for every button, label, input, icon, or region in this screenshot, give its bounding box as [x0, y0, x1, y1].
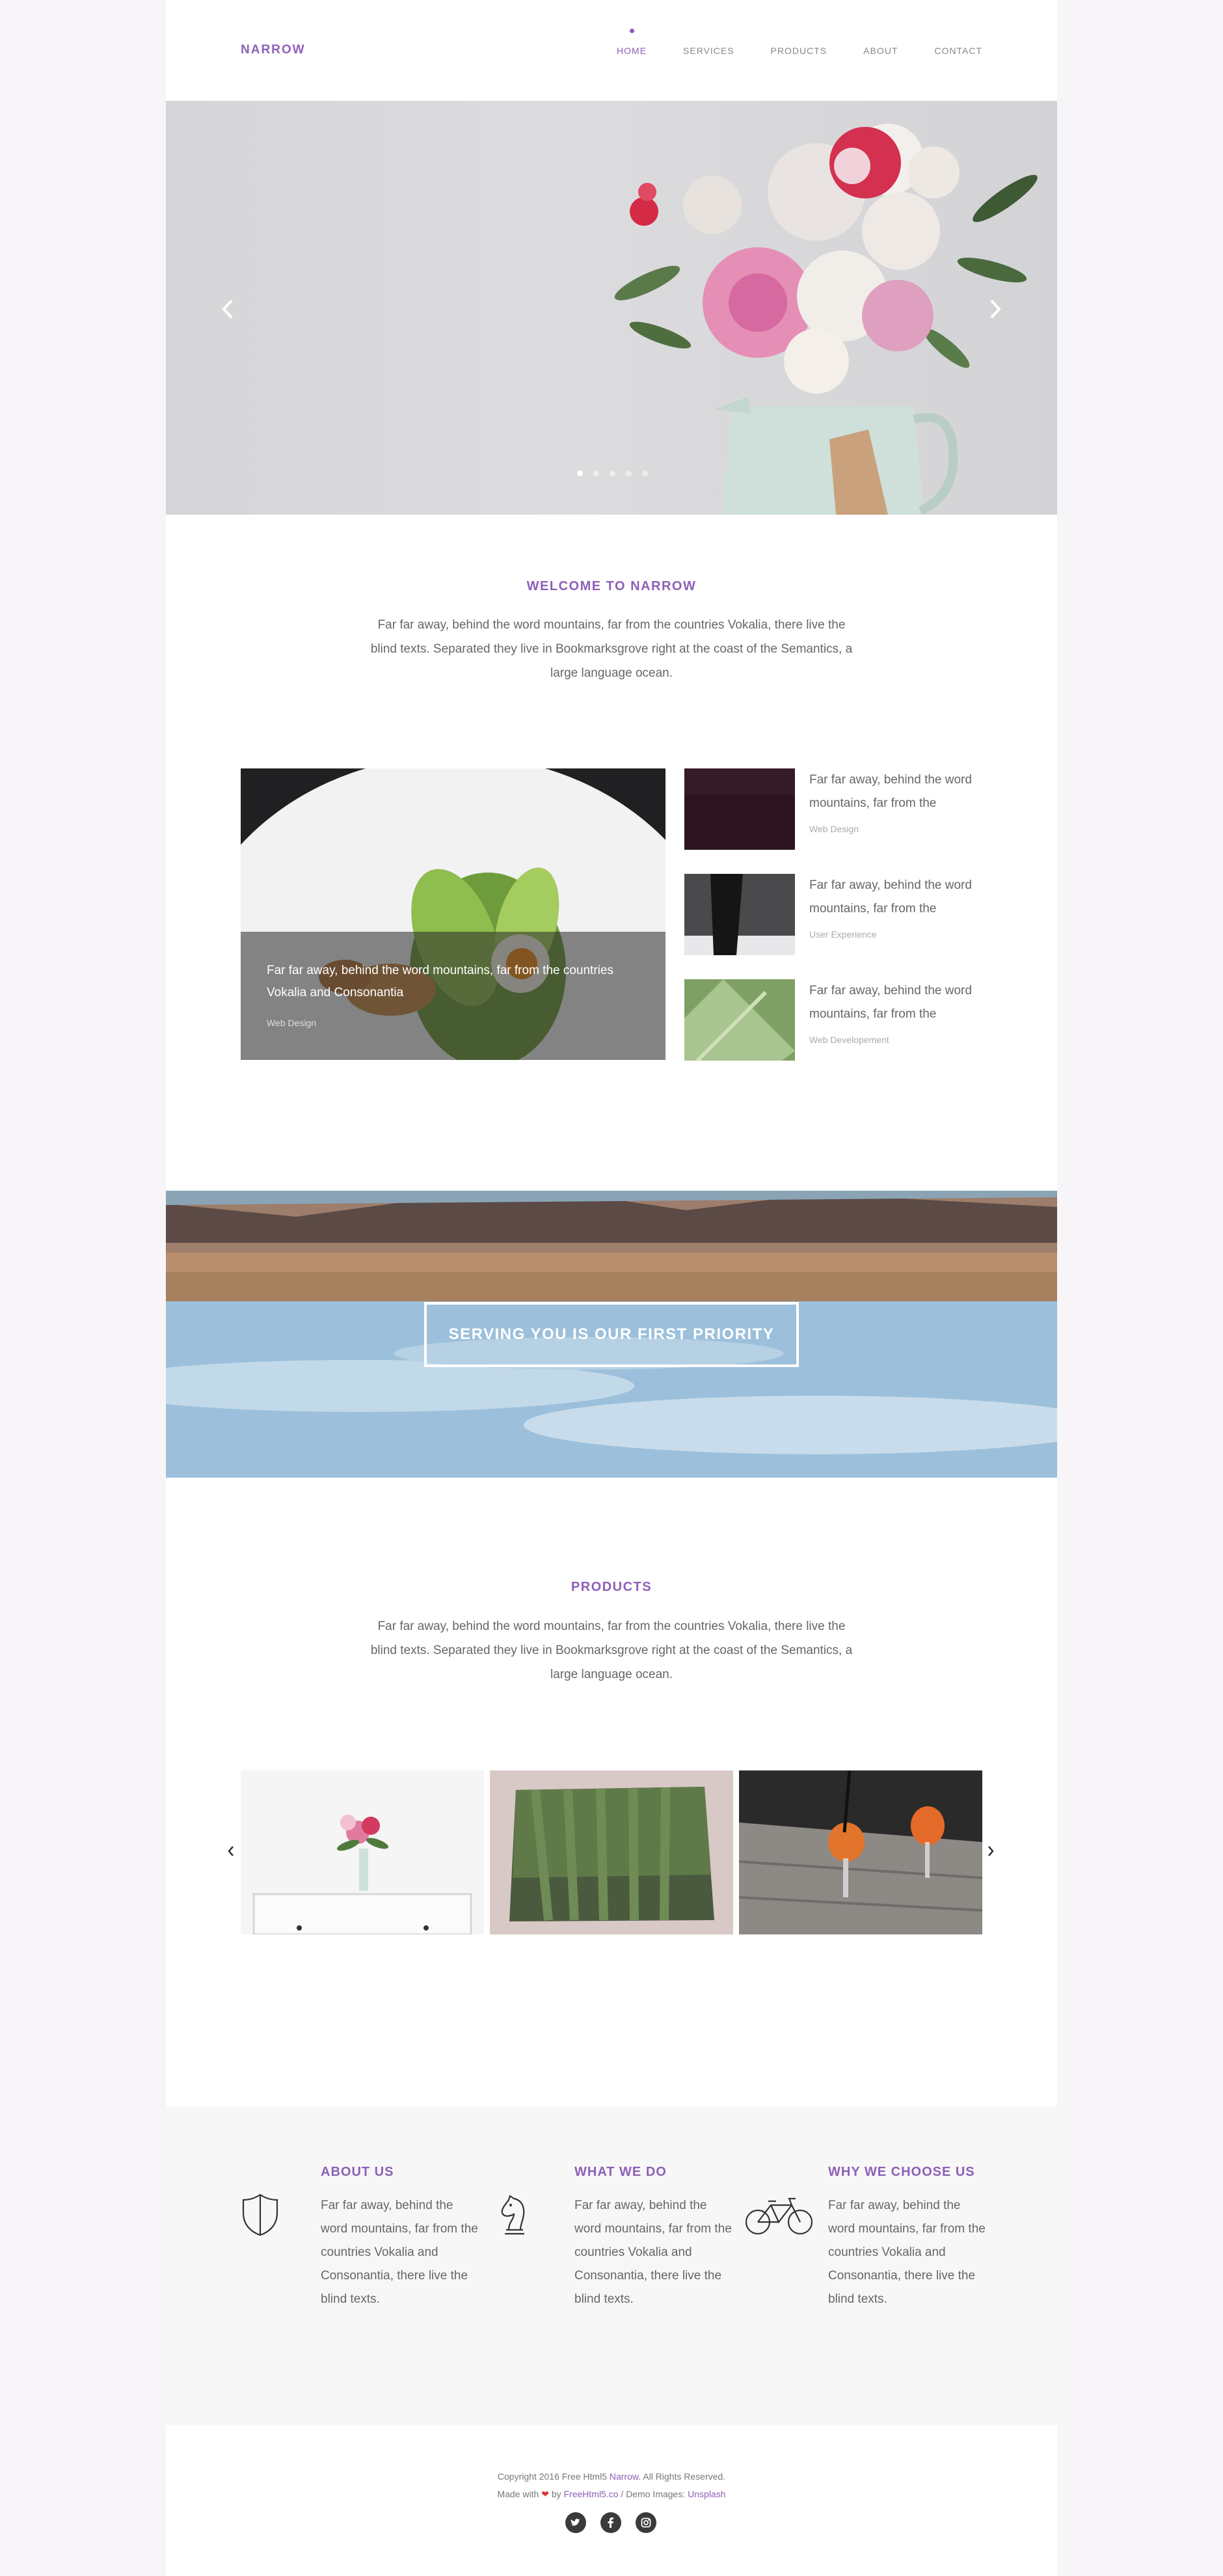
- slider-dot[interactable]: [593, 470, 599, 476]
- chevron-left-icon: [222, 299, 233, 319]
- nav-item-services[interactable]: SERVICES: [683, 46, 734, 56]
- featured-post-overlay: Far far away, behind the word mountains,…: [241, 932, 665, 1060]
- slider-next-button[interactable]: [982, 290, 1008, 329]
- logo[interactable]: NARROW: [241, 43, 306, 57]
- featured-post-category: Web Design: [267, 1018, 317, 1028]
- feature-title: ABOUT US: [321, 2165, 394, 2179]
- chevron-right-icon: [988, 1846, 994, 1856]
- nav-label: ABOUT: [863, 46, 898, 56]
- slider-prev-button[interactable]: [215, 290, 241, 329]
- copyright-suffix: . All Rights Reserved.: [638, 2471, 726, 2482]
- chevron-right-icon: [990, 299, 1001, 319]
- nav-label: HOME: [617, 46, 647, 56]
- heart-icon: ❤: [541, 2489, 549, 2499]
- product-image-drinks: [739, 1770, 982, 1934]
- side-post-title: Far far away, behind the word mountains,…: [809, 878, 972, 915]
- products-prev-button[interactable]: [222, 1841, 239, 1861]
- nav-item-contact[interactable]: CONTACT: [934, 46, 982, 56]
- main-nav: HOME SERVICES PRODUCTS ABOUT CONTACT: [617, 29, 982, 56]
- footer: Copyright 2016 Free Html5 Narrow. All Ri…: [166, 2425, 1057, 2576]
- product-card[interactable]: [490, 1770, 733, 1934]
- slider-dot[interactable]: [642, 470, 648, 476]
- active-indicator-dot: [629, 29, 634, 33]
- feature-title: WHAT WE DO: [574, 2165, 667, 2179]
- featured-post-title: Far far away, behind the word mountains,…: [267, 964, 613, 999]
- nav-label: CONTACT: [934, 46, 982, 56]
- side-post-thumbnail: [684, 874, 795, 955]
- product-card[interactable]: [739, 1770, 982, 1934]
- products-next-button[interactable]: [982, 1841, 999, 1861]
- side-post-title: Far far away, behind the word mountains,…: [809, 984, 972, 1021]
- narrow-link[interactable]: Narrow: [610, 2471, 638, 2482]
- side-post[interactable]: Far far away, behind the word mountains,…: [684, 768, 982, 850]
- facebook-icon[interactable]: [600, 2512, 621, 2533]
- side-post[interactable]: Far far away, behind the word mountains,…: [684, 979, 982, 1061]
- product-image-flowers: [241, 1770, 484, 1934]
- priority-button[interactable]: SERVING YOU IS OUR FIRST PRIORITY: [424, 1302, 799, 1367]
- welcome-title: WELCOME TO NARROW: [526, 579, 697, 593]
- bicycle-icon: [745, 2197, 813, 2243]
- welcome-text: Far far away, behind the word mountains,…: [370, 618, 853, 680]
- product-image-field: [490, 1770, 733, 1934]
- feature-text: Far far away, behind the word mountains,…: [828, 2199, 986, 2306]
- side-post-thumbnail: [684, 768, 795, 850]
- hero-image-flowers: [614, 124, 1038, 515]
- demo-images-text: / Demo Images:: [621, 2489, 686, 2499]
- page: NARROW HOME SERVICES PRODUCTS ABOUT CONT…: [166, 0, 1057, 2576]
- side-post-title: Far far away, behind the word mountains,…: [809, 773, 972, 810]
- social-links: [565, 2512, 656, 2533]
- shield-icon: [241, 2192, 280, 2238]
- featured-post[interactable]: Far far away, behind the word mountains,…: [241, 768, 665, 1060]
- copyright: Copyright 2016 Free Html5 Narrow. All Ri…: [166, 2468, 1057, 2503]
- copyright-prefix: Copyright 2016 Free Html5: [497, 2471, 607, 2482]
- feature-text: Far far away, behind the word mountains,…: [321, 2199, 478, 2306]
- twitter-icon[interactable]: [565, 2512, 586, 2533]
- header: NARROW HOME SERVICES PRODUCTS ABOUT CONT…: [166, 0, 1057, 101]
- nav-item-about[interactable]: ABOUT: [863, 46, 898, 56]
- chess-knight-icon: [494, 2192, 533, 2238]
- instagram-icon[interactable]: [636, 2512, 656, 2533]
- chevron-left-icon: [228, 1846, 234, 1856]
- slider-dots: [577, 470, 648, 476]
- products-text: Far far away, behind the word mountains,…: [370, 1620, 853, 1681]
- side-post-category: User Experience: [809, 929, 877, 940]
- nav-label: PRODUCTS: [770, 46, 827, 56]
- feature-title: WHY WE CHOOSE US: [828, 2165, 975, 2179]
- side-post-category: Web Developement: [809, 1035, 889, 1045]
- slider-dot[interactable]: [610, 470, 615, 476]
- side-post[interactable]: Far far away, behind the word mountains,…: [684, 874, 982, 955]
- freehtml5-link[interactable]: FreeHtml5.co: [564, 2489, 619, 2499]
- products-title: PRODUCTS: [571, 1580, 652, 1594]
- product-card[interactable]: [241, 1770, 484, 1934]
- slider-dot[interactable]: [577, 470, 583, 476]
- nav-item-products[interactable]: PRODUCTS: [771, 46, 827, 56]
- slider-dot[interactable]: [626, 470, 632, 476]
- nav-label: SERVICES: [683, 46, 734, 56]
- feature-text: Far far away, behind the word mountains,…: [574, 2199, 732, 2306]
- unsplash-link[interactable]: Unsplash: [688, 2489, 725, 2499]
- made-with-text: Made with: [497, 2489, 539, 2499]
- hero-slider: [166, 101, 1057, 515]
- parallax-banner: SERVING YOU IS OUR FIRST PRIORITY: [166, 1191, 1057, 1478]
- by-text: by: [551, 2489, 561, 2499]
- side-post-category: Web Design: [809, 824, 859, 834]
- features-section: ABOUT US Far far away, behind the word m…: [166, 2106, 1057, 2425]
- nav-item-home[interactable]: HOME: [617, 29, 647, 56]
- side-post-thumbnail: [684, 979, 795, 1061]
